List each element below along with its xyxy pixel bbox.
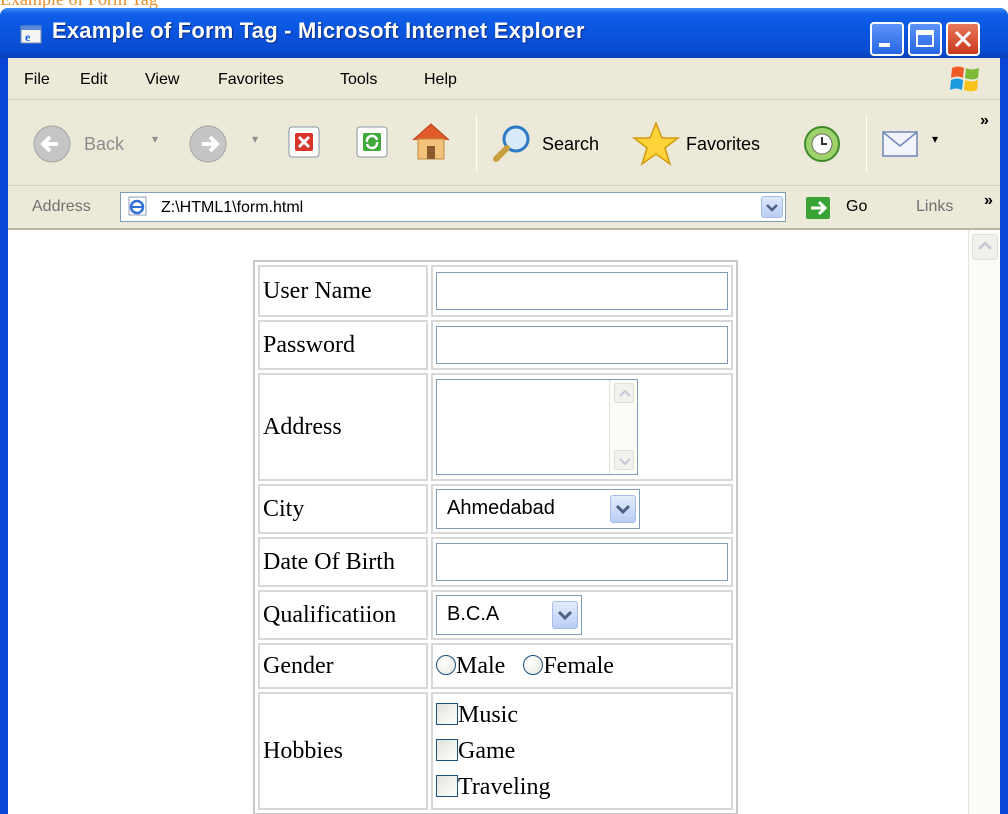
chevron-down-icon: [766, 204, 778, 212]
standard-toolbar: Back ▾ ▾ Search Favorites ▾ »: [8, 100, 1000, 186]
hobby-option-game[interactable]: Game: [436, 733, 728, 769]
menu-tools[interactable]: Tools: [340, 71, 377, 89]
form-row-city: City Ahmedabad: [258, 484, 733, 534]
female-label: Female: [543, 653, 614, 679]
gender-label: Gender: [258, 643, 428, 689]
history-icon[interactable]: [800, 122, 844, 166]
page-scrollbar[interactable]: [968, 230, 1000, 814]
address-url: Z:\HTML1\form.html: [161, 199, 304, 216]
menu-bar: File Edit View Favorites Tools Help: [8, 58, 1000, 100]
home-icon[interactable]: [408, 118, 454, 164]
music-checkbox[interactable]: [436, 703, 458, 725]
form-row-user-name: User Name: [258, 265, 733, 317]
city-label: City: [258, 484, 428, 534]
menu-view[interactable]: View: [145, 71, 179, 89]
windows-logo-icon: [950, 66, 979, 92]
chevron-down-icon[interactable]: [552, 601, 578, 629]
forward-arrow-icon[interactable]: [188, 124, 228, 164]
game-label: Game: [458, 738, 516, 764]
back-dropdown-icon[interactable]: ▾: [152, 132, 158, 146]
scroll-down-icon[interactable]: [614, 450, 634, 470]
address-textarea[interactable]: [436, 379, 638, 475]
form-row-qualification: Qualificatiion B.C.A: [258, 590, 733, 640]
stop-icon[interactable]: [286, 124, 322, 160]
address-label: Address: [32, 198, 91, 215]
scroll-up-button[interactable]: [972, 234, 998, 260]
toolbar-separator: [476, 114, 477, 172]
address-dropdown-button[interactable]: [761, 196, 783, 218]
page-header-fragment: Example of Form Tag: [0, 0, 1008, 8]
search-button-label[interactable]: Search: [542, 134, 599, 155]
window-title: Example of Form Tag - Microsoft Internet…: [52, 18, 585, 43]
date-of-birth-input[interactable]: [436, 543, 728, 581]
hobby-option-traveling[interactable]: Traveling: [436, 769, 728, 805]
scroll-up-icon[interactable]: [614, 383, 634, 403]
close-icon: [954, 30, 972, 48]
go-arrow-icon[interactable]: [806, 197, 830, 219]
city-select[interactable]: Ahmedabad: [436, 489, 640, 529]
toolbar-overflow-chevron[interactable]: »: [980, 112, 989, 130]
back-arrow-icon[interactable]: [32, 124, 72, 164]
go-button-label[interactable]: Go: [846, 198, 867, 216]
maximize-button[interactable]: [908, 22, 942, 56]
form-row-password: Password: [258, 320, 733, 370]
forward-dropdown-icon[interactable]: ▾: [252, 132, 258, 146]
chevron-up-icon: [978, 241, 992, 250]
qualification-select[interactable]: B.C.A: [436, 595, 582, 635]
svg-text:e: e: [25, 30, 31, 44]
form-row-gender: Gender Male Female: [258, 643, 733, 689]
links-overflow-chevron[interactable]: »: [984, 192, 993, 210]
title-bar[interactable]: e Example of Form Tag - Microsoft Intern…: [0, 8, 1008, 58]
hobbies-label: Hobbies: [258, 692, 428, 810]
chevron-down-icon[interactable]: [610, 495, 636, 523]
gender-option-male[interactable]: Male: [436, 653, 511, 679]
page-icon: [128, 196, 147, 216]
female-radio[interactable]: [523, 655, 544, 675]
links-label[interactable]: Links: [916, 198, 953, 216]
form-row-date-of-birth: Date Of Birth: [258, 537, 733, 587]
user-name-label: User Name: [258, 265, 428, 317]
user-name-input[interactable]: [436, 272, 728, 310]
traveling-checkbox[interactable]: [436, 775, 458, 797]
ie-app-icon: e: [20, 25, 42, 44]
menu-help[interactable]: Help: [424, 71, 457, 89]
male-label: Male: [456, 653, 506, 679]
form-row-hobbies: Hobbies Music Game Traveling: [258, 692, 733, 810]
minimize-button[interactable]: [870, 22, 904, 56]
favorites-star-icon[interactable]: [632, 120, 680, 168]
hobby-option-music[interactable]: Music: [436, 697, 728, 733]
textarea-scrollbar[interactable]: [609, 380, 637, 474]
address-bar: Address Z:\HTML1\form.html Go Links »: [8, 186, 1000, 230]
menu-favorites[interactable]: Favorites: [218, 71, 284, 89]
address-input[interactable]: Z:\HTML1\form.html: [120, 192, 786, 222]
city-selected-value: Ahmedabad: [447, 497, 555, 519]
password-input[interactable]: [436, 326, 728, 364]
toolbar-separator: [866, 114, 867, 172]
game-checkbox[interactable]: [436, 739, 458, 761]
address-field-label: Address: [258, 373, 428, 481]
minimize-icon: [879, 43, 890, 47]
page-content: User Name Password Address City Ahmedaba…: [8, 230, 1000, 814]
favorites-button-label[interactable]: Favorites: [686, 134, 760, 155]
menu-edit[interactable]: Edit: [80, 71, 108, 89]
qualification-selected-value: B.C.A: [447, 603, 500, 625]
password-label: Password: [258, 320, 428, 370]
form-row-address: Address: [258, 373, 733, 481]
close-button[interactable]: [946, 22, 980, 56]
search-icon[interactable]: [490, 122, 534, 166]
mail-icon[interactable]: [880, 126, 922, 162]
male-radio[interactable]: [436, 655, 456, 675]
qualification-label: Qualificatiion: [258, 590, 428, 640]
date-of-birth-label: Date Of Birth: [258, 537, 428, 587]
maximize-icon: [916, 30, 934, 47]
music-label: Music: [458, 702, 518, 728]
back-button-label[interactable]: Back: [84, 134, 124, 155]
mail-dropdown-icon[interactable]: ▾: [932, 132, 938, 146]
form-table: User Name Password Address City Ahmedaba…: [253, 260, 738, 814]
menu-file[interactable]: File: [24, 71, 50, 89]
browser-window: e Example of Form Tag - Microsoft Intern…: [0, 8, 1008, 814]
gender-option-female[interactable]: Female: [523, 653, 614, 679]
traveling-label: Traveling: [458, 774, 551, 800]
refresh-icon[interactable]: [354, 124, 390, 160]
